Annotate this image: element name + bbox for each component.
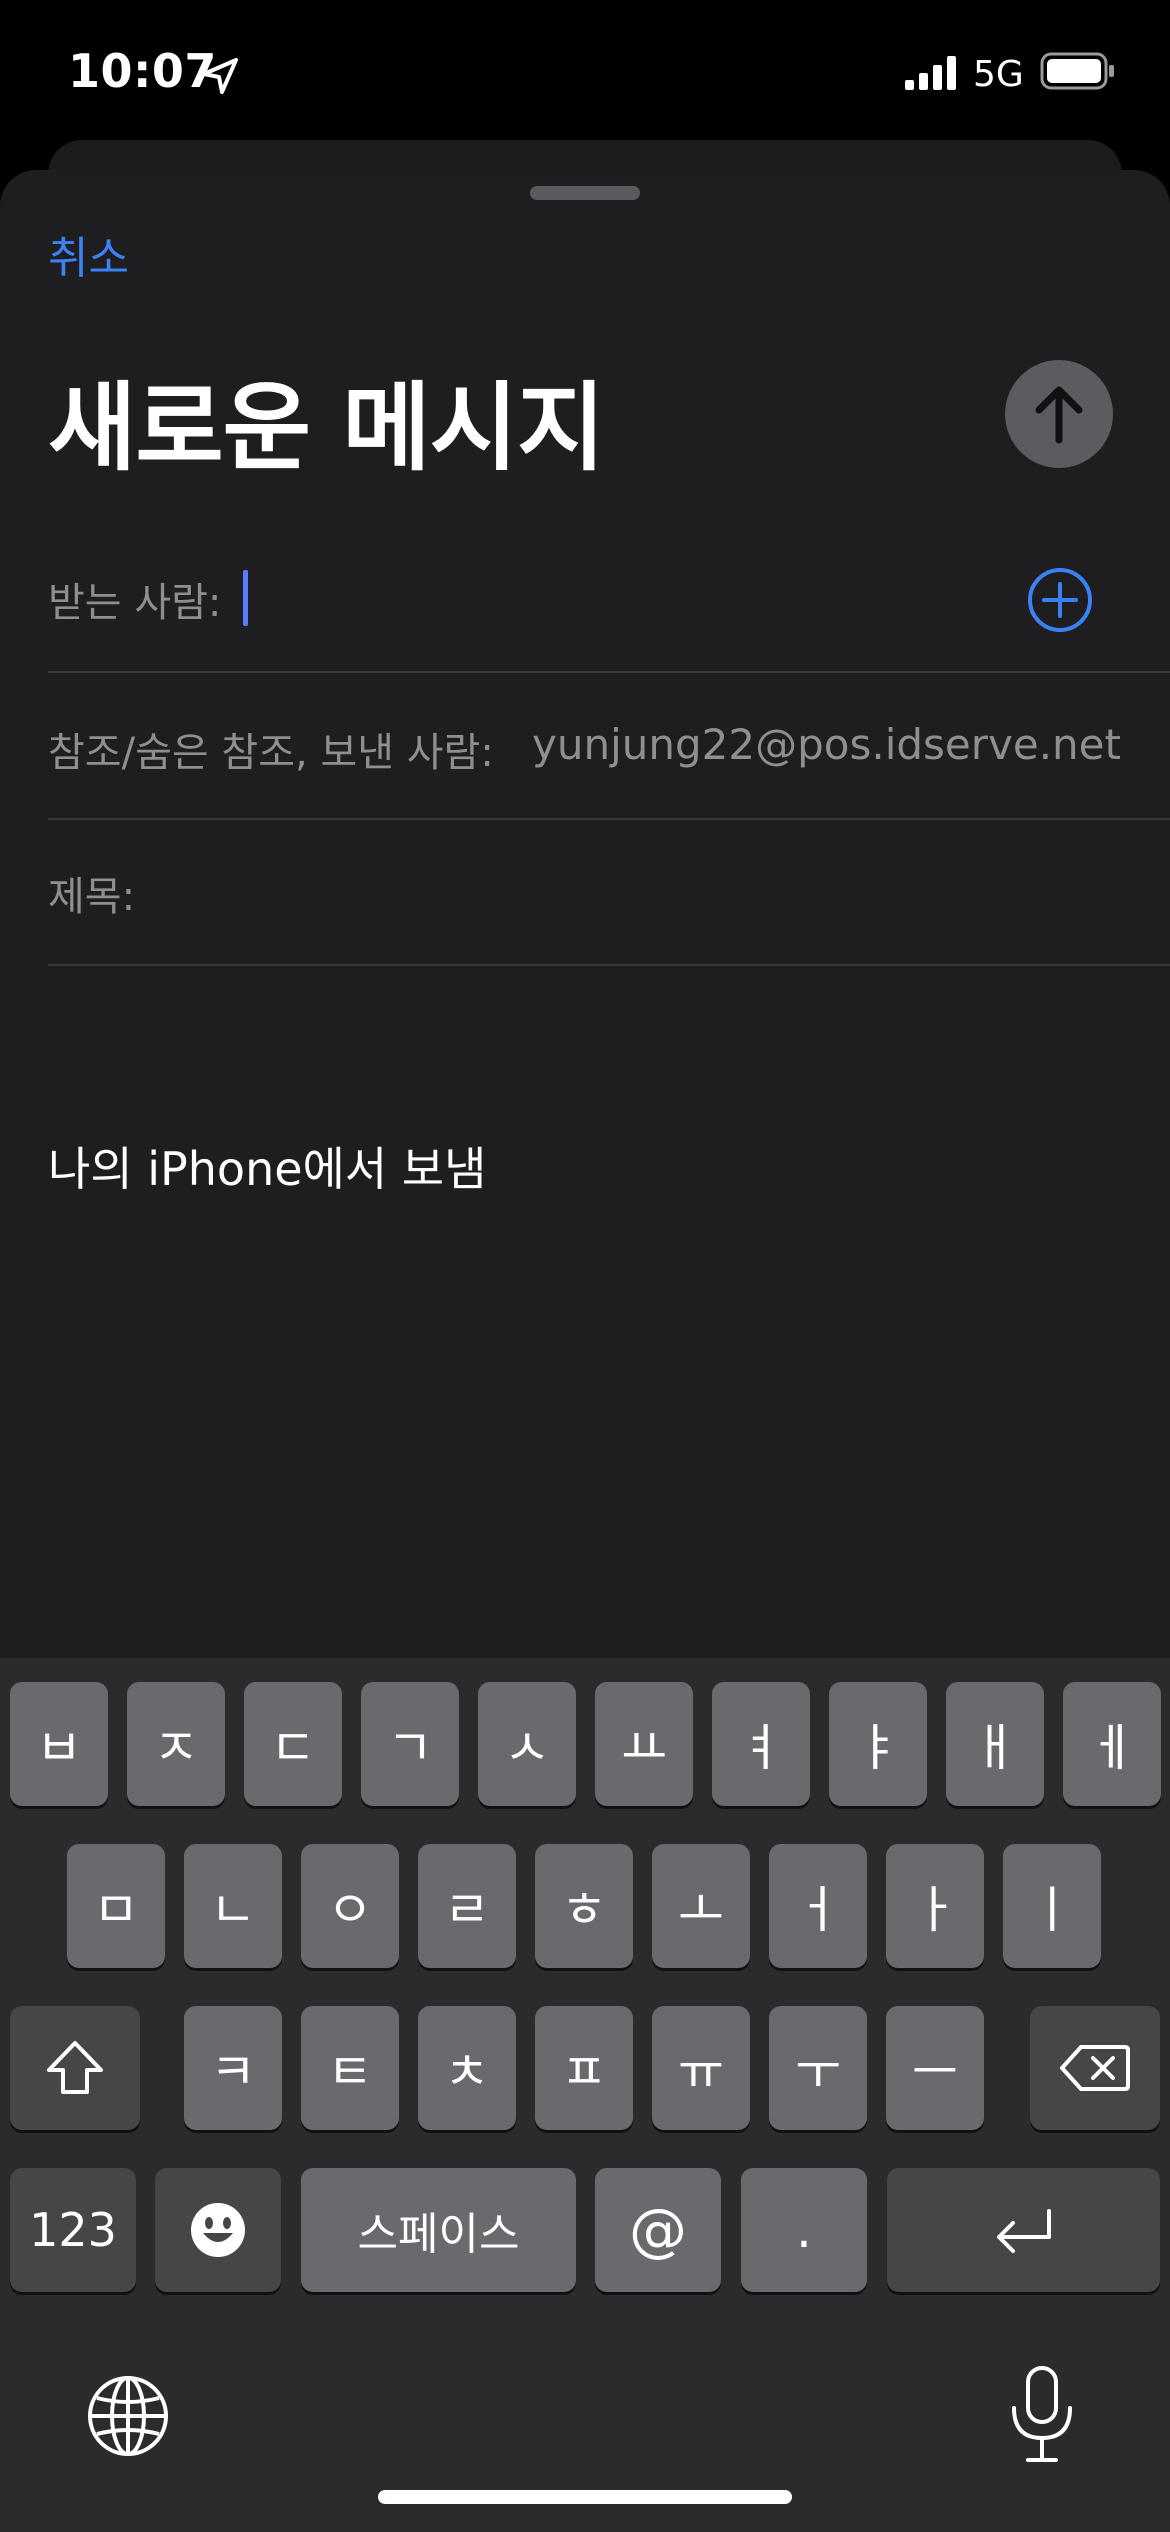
space-key[interactable]: 스페이스 [301, 2168, 576, 2292]
key[interactable]: ㅅ [478, 1682, 576, 1806]
key[interactable]: ㄹ [418, 1844, 516, 1968]
key[interactable]: ㅋ [184, 2006, 282, 2130]
globe-key[interactable] [80, 2368, 176, 2464]
home-indicator[interactable] [378, 2490, 792, 2504]
key[interactable]: ㄴ [184, 1844, 282, 1968]
key[interactable]: ㅓ [769, 1844, 867, 1968]
key[interactable]: ㅂ [10, 1682, 108, 1806]
key[interactable]: ㄱ [361, 1682, 459, 1806]
return-key[interactable] [887, 2168, 1160, 2292]
key[interactable]: ㅎ [535, 1844, 633, 1968]
add-contact-button[interactable] [1026, 566, 1094, 634]
key[interactable]: ㅍ [535, 2006, 633, 2130]
period-key[interactable]: . [741, 2168, 867, 2292]
status-bar: 10:07 5G [0, 0, 1170, 140]
globe-icon [88, 2376, 168, 2456]
key[interactable]: ㅌ [301, 2006, 399, 2130]
to-label: 받는 사람: [48, 580, 222, 626]
subject-label: 제목: [48, 874, 136, 920]
key[interactable]: ㄷ [244, 1682, 342, 1806]
key[interactable]: ㅔ [1063, 1682, 1161, 1806]
backspace-icon [1060, 2045, 1130, 2091]
from-address[interactable]: yunjung22@pos.idserve.net [532, 720, 1121, 769]
key[interactable]: ㅡ [886, 2006, 984, 2130]
key[interactable]: ㅜ [769, 2006, 867, 2130]
cc-bcc-from-label: 참조/숨은 참조, 보낸 사람: [48, 730, 494, 776]
key[interactable]: ㅊ [418, 2006, 516, 2130]
return-arrow-icon [996, 2209, 1051, 2253]
compose-title: 새로운 메시지 [48, 372, 605, 484]
battery-icon [1040, 52, 1116, 96]
cancel-button[interactable]: 취소 [48, 222, 129, 286]
key[interactable]: ㅠ [652, 2006, 750, 2130]
key[interactable]: ㅈ [127, 1682, 225, 1806]
arrow-up-icon [1035, 386, 1083, 444]
key[interactable]: ㅇ [301, 1844, 399, 1968]
key[interactable]: ㅏ [886, 1844, 984, 1968]
shift-arrow-icon [47, 2041, 103, 2094]
plus-circle-icon [1028, 568, 1092, 632]
email-signature[interactable]: 나의 iPhone에서 보냄 [48, 1133, 486, 1199]
dictation-key[interactable] [1000, 2362, 1084, 2470]
divider [48, 671, 1170, 673]
key[interactable]: ㅑ [829, 1682, 927, 1806]
text-cursor [243, 570, 248, 626]
key[interactable]: ㅁ [67, 1844, 165, 1968]
key[interactable]: ㅣ [1003, 1844, 1101, 1968]
network-type: 5G [973, 54, 1024, 95]
location-arrow-icon [200, 56, 240, 100]
delete-key[interactable] [1030, 2006, 1160, 2130]
divider [48, 818, 1170, 820]
at-key[interactable]: @ [595, 2168, 721, 2292]
shift-key[interactable] [10, 2006, 140, 2130]
key[interactable]: ㅗ [652, 1844, 750, 1968]
signal-strength-icon [905, 56, 959, 94]
divider [48, 964, 1170, 966]
key[interactable]: ㅛ [595, 1682, 693, 1806]
emoji-icon [191, 2203, 245, 2257]
key[interactable]: ㅐ [946, 1682, 1044, 1806]
sheet-grabber[interactable] [530, 186, 640, 200]
send-button[interactable] [1005, 360, 1113, 468]
emoji-key[interactable] [155, 2168, 281, 2292]
microphone-icon [1012, 2366, 1072, 2462]
key[interactable]: ㅕ [712, 1682, 810, 1806]
numbers-key[interactable]: 123 [10, 2168, 136, 2292]
status-time: 10:07 [68, 44, 217, 98]
